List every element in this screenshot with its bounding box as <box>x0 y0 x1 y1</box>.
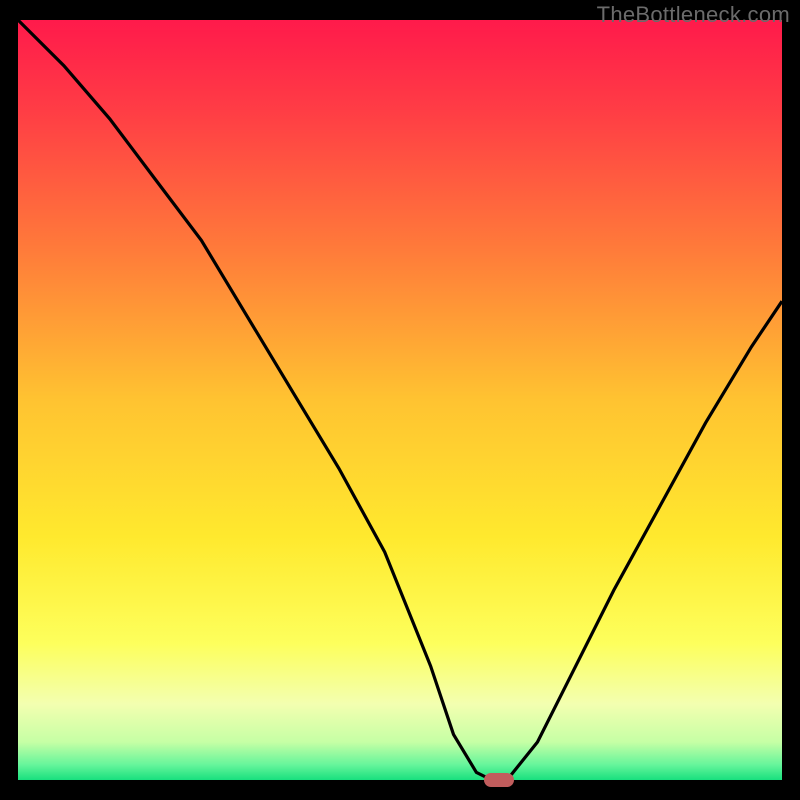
plot-area <box>18 20 782 780</box>
watermark-text: TheBottleneck.com <box>597 2 790 28</box>
curve-path <box>18 20 782 780</box>
optimal-point-marker <box>484 773 514 787</box>
chart-frame: TheBottleneck.com <box>0 0 800 800</box>
bottleneck-curve <box>18 20 782 780</box>
